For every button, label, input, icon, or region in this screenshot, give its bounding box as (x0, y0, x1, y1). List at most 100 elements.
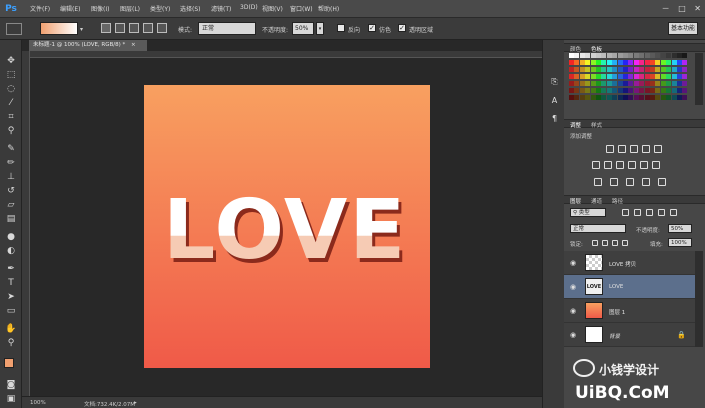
color-swatch[interactable] (590, 95, 596, 100)
color-balance-icon[interactable] (604, 161, 612, 169)
color-swatch[interactable] (644, 95, 650, 100)
eye-icon[interactable]: ◉ (570, 307, 576, 315)
gradient-map-icon[interactable] (658, 178, 666, 186)
color-swatch[interactable] (590, 74, 596, 79)
workspace-select[interactable]: 基本功能 (668, 22, 698, 35)
color-swatch[interactable] (579, 60, 585, 65)
color-swatch[interactable] (569, 53, 574, 58)
color-swatch[interactable] (585, 60, 591, 65)
color-swatch[interactable] (601, 60, 607, 65)
menu-edit[interactable]: 编辑(E) (60, 4, 80, 13)
arrow-right-icon[interactable]: ▸ (134, 400, 137, 406)
color-swatch[interactable] (633, 53, 639, 58)
shape-tool-icon[interactable]: ▭ (5, 305, 17, 317)
color-swatch[interactable] (677, 60, 682, 65)
color-swatch[interactable] (585, 95, 591, 100)
tab-channels[interactable]: 通道 (591, 197, 602, 205)
threshold-icon[interactable] (626, 178, 634, 186)
color-swatch[interactable] (633, 67, 639, 72)
invert-icon[interactable] (594, 178, 602, 186)
color-swatch[interactable] (682, 74, 688, 79)
color-swatch[interactable] (569, 74, 574, 79)
color-swatch[interactable] (596, 60, 601, 65)
color-swatch[interactable] (585, 88, 591, 93)
artwork-canvas[interactable]: LOVE LOVE (144, 85, 430, 368)
color-swatch[interactable] (617, 81, 623, 86)
reflected-gradient-icon[interactable] (143, 23, 153, 33)
color-swatch[interactable] (639, 81, 645, 86)
color-swatch[interactable] (606, 60, 612, 65)
color-swatch[interactable] (666, 95, 672, 100)
color-swatch[interactable] (617, 67, 623, 72)
radial-gradient-icon[interactable] (115, 23, 125, 33)
color-swatch[interactable] (623, 60, 628, 65)
gradient-tool-icon[interactable] (6, 23, 22, 35)
color-swatch[interactable] (650, 67, 655, 72)
color-swatch[interactable] (633, 95, 639, 100)
menu-filter[interactable]: 滤镜(T) (211, 4, 231, 13)
document-tab[interactable]: 未标题-1 @ 100% (LOVE, RGB/8) * × (29, 40, 147, 51)
foreground-color-swatch[interactable] (4, 358, 14, 368)
channel-mixer-icon[interactable] (640, 161, 648, 169)
dither-checkbox[interactable]: ✓ (368, 24, 376, 32)
filter-adjust-icon[interactable] (634, 209, 641, 216)
color-swatch[interactable] (677, 95, 682, 100)
levels-icon[interactable] (618, 145, 626, 153)
color-swatch[interactable] (617, 74, 623, 79)
opacity-input[interactable]: 50% (292, 22, 314, 35)
layer-opacity-input[interactable]: 50% (668, 224, 692, 233)
paragraph-panel-icon[interactable]: ¶ (549, 113, 560, 124)
color-swatch[interactable] (660, 60, 666, 65)
color-lookup-icon[interactable] (652, 161, 660, 169)
color-swatch[interactable] (590, 81, 596, 86)
gradient-tool-icon[interactable]: ▤ (5, 213, 17, 225)
zoom-tool-icon[interactable]: ⚲ (5, 337, 17, 349)
color-swatch[interactable] (633, 74, 639, 79)
menu-window[interactable]: 窗口(W) (290, 4, 313, 13)
color-swatch[interactable] (590, 53, 596, 58)
color-swatch[interactable] (569, 67, 574, 72)
color-swatch[interactable] (682, 95, 688, 100)
color-swatch[interactable] (671, 53, 677, 58)
color-swatch[interactable] (606, 81, 612, 86)
color-swatch[interactable] (655, 60, 661, 65)
color-swatch[interactable] (644, 74, 650, 79)
screen-mode-icon[interactable]: ▣ (5, 393, 17, 405)
eye-icon[interactable]: ◉ (570, 283, 576, 291)
menu-layer[interactable]: 图层(L) (120, 4, 140, 13)
eyedropper-tool-icon[interactable]: ⚲ (5, 125, 17, 137)
color-swatch[interactable] (574, 81, 580, 86)
color-swatch[interactable] (655, 95, 661, 100)
tab-swatches[interactable]: 色板 (591, 45, 602, 53)
color-swatch[interactable] (650, 53, 655, 58)
fill-input[interactable]: 100% (668, 238, 692, 247)
type-tool-icon[interactable]: T (5, 277, 17, 289)
color-swatch[interactable] (590, 67, 596, 72)
layer-row[interactable]: ◉ 图层 1 (564, 299, 695, 323)
mode-select[interactable]: 正常 (198, 22, 256, 35)
color-swatch[interactable] (617, 95, 623, 100)
color-swatch[interactable] (612, 81, 618, 86)
color-swatch[interactable] (585, 74, 591, 79)
color-swatch[interactable] (623, 81, 628, 86)
crop-tool-icon[interactable]: ⌗ (5, 111, 17, 123)
clone-stamp-tool-icon[interactable]: ⊥ (5, 171, 17, 183)
brightness-icon[interactable] (606, 145, 614, 153)
lock-position-icon[interactable] (612, 240, 618, 246)
reverse-checkbox[interactable] (337, 24, 345, 32)
color-swatch[interactable] (628, 53, 634, 58)
color-swatch[interactable] (574, 95, 580, 100)
color-swatch[interactable] (569, 60, 574, 65)
layer-row[interactable]: ◉ LOVE 拷贝 (564, 251, 695, 275)
color-swatch[interactable] (612, 67, 618, 72)
color-swatch[interactable] (660, 67, 666, 72)
history-panel-icon[interactable]: ⎘ (549, 76, 560, 87)
color-swatch[interactable] (639, 95, 645, 100)
color-swatch[interactable] (682, 88, 688, 93)
color-swatch[interactable] (628, 74, 634, 79)
color-swatch[interactable] (666, 67, 672, 72)
filter-smart-icon[interactable] (670, 209, 677, 216)
color-swatch[interactable] (579, 95, 585, 100)
color-swatch[interactable] (623, 53, 628, 58)
color-swatch[interactable] (596, 81, 601, 86)
